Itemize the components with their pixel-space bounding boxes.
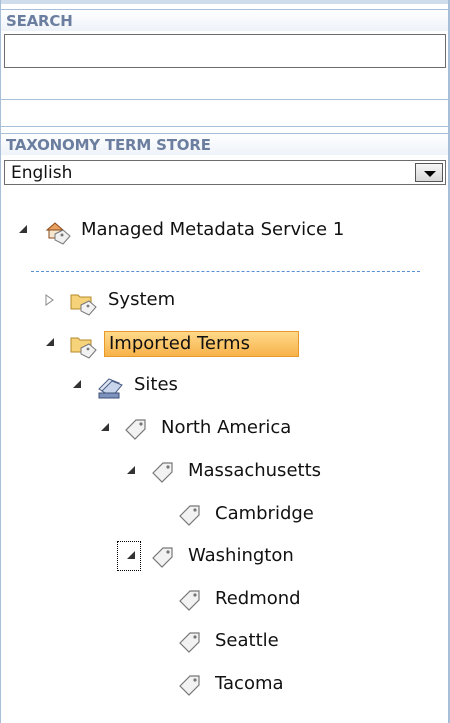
tree-node-root[interactable]: Managed Metadata Service 1	[0, 218, 450, 246]
search-input[interactable]	[4, 34, 446, 68]
folder-tag-icon	[69, 331, 97, 359]
tree-node-imported-terms[interactable]: Imported Terms	[0, 331, 450, 359]
collapsed-toggle-icon[interactable]	[45, 294, 61, 310]
tree-node-system[interactable]: System	[0, 288, 450, 316]
language-select[interactable]: English	[4, 160, 446, 185]
tree-node-label[interactable]: Cambridge	[215, 502, 314, 526]
tree-node-label[interactable]: System	[108, 288, 175, 312]
term-tag-icon	[177, 672, 203, 698]
tree-node-label[interactable]: North America	[161, 416, 291, 440]
tree-node-label-selected[interactable]: Imported Terms	[104, 331, 299, 357]
tree-node-tacoma[interactable]: Tacoma	[0, 672, 450, 700]
panel-top-border	[0, 0, 450, 4]
tree-node-washington[interactable]: Washington	[0, 541, 450, 572]
term-store-icon	[43, 218, 71, 245]
tree-node-redmond[interactable]: Redmond	[0, 587, 450, 615]
divider	[1, 99, 448, 100]
tree-node-sites[interactable]: Sites	[0, 373, 450, 401]
term-tag-icon	[123, 416, 149, 442]
search-header: SEARCH	[1, 9, 448, 31]
expanded-toggle-icon[interactable]	[126, 550, 142, 566]
chevron-down-icon[interactable]	[415, 163, 443, 182]
language-value: English	[11, 163, 73, 183]
term-tag-icon	[177, 629, 203, 655]
term-tag-icon	[150, 544, 176, 570]
expanded-toggle-icon[interactable]	[18, 224, 34, 240]
tree-separator	[31, 271, 420, 272]
expanded-toggle-icon[interactable]	[45, 337, 61, 353]
tree-node-label[interactable]: Managed Metadata Service 1	[81, 218, 344, 242]
tree-node-seattle[interactable]: Seattle	[0, 629, 450, 657]
tree-node-north-america[interactable]: North America	[0, 416, 450, 444]
term-set-icon	[96, 373, 123, 399]
taxonomy-header: TAXONOMY TERM STORE	[1, 133, 448, 155]
folder-tag-icon	[69, 288, 97, 316]
expanded-toggle-icon[interactable]	[100, 422, 116, 438]
tree-node-label[interactable]: Redmond	[215, 587, 301, 611]
expanded-toggle-icon[interactable]	[126, 465, 142, 481]
tree-node-cambridge[interactable]: Cambridge	[0, 502, 450, 530]
tree-node-label[interactable]: Washington	[188, 544, 294, 568]
expanded-toggle-icon[interactable]	[72, 379, 88, 395]
tree-node-label[interactable]: Seattle	[215, 629, 279, 653]
term-tag-icon	[150, 459, 176, 485]
tree-node-massachusetts[interactable]: Massachusetts	[0, 459, 450, 487]
tree-node-label[interactable]: Massachusetts	[188, 459, 321, 483]
tree-node-label[interactable]: Tacoma	[215, 672, 284, 696]
term-tag-icon	[177, 502, 203, 528]
tree-node-label[interactable]: Sites	[134, 373, 178, 397]
divider	[1, 126, 448, 127]
term-tag-icon	[177, 587, 203, 613]
